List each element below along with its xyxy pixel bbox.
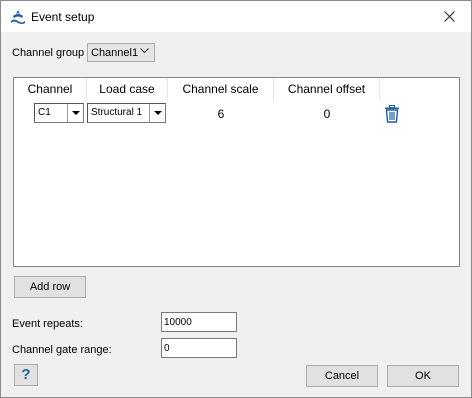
- channel-gate-range-input[interactable]: [161, 338, 237, 358]
- event-repeats-label: Event repeats:: [12, 318, 83, 330]
- channel-table: Channel Load case Channel scale Channel …: [13, 77, 460, 267]
- channel-gate-range-label: Channel gate range:: [12, 344, 112, 356]
- column-header-channel-offset[interactable]: Channel offset: [274, 78, 380, 101]
- load-case-select[interactable]: Structural 1: [87, 103, 166, 123]
- help-button[interactable]: ?: [14, 364, 38, 386]
- column-header-channel[interactable]: Channel: [14, 78, 87, 101]
- close-icon: [443, 11, 455, 22]
- event-setup-dialog: Event setup Channel group Channel1 Chann…: [0, 0, 472, 398]
- column-header-load-case[interactable]: Load case: [87, 78, 168, 101]
- title-bar: Event setup: [1, 1, 471, 32]
- app-logo-icon: [11, 10, 25, 24]
- channel-scale-cell[interactable]: 6: [168, 107, 274, 121]
- channel-group-value: Channel1: [91, 46, 139, 59]
- load-case-value: Structural 1: [91, 107, 143, 118]
- add-row-button[interactable]: Add row: [14, 276, 86, 298]
- channel-group-select[interactable]: Channel1: [87, 43, 155, 62]
- channel-value: C1: [38, 107, 51, 118]
- chevron-down-icon: [140, 48, 149, 54]
- column-header-channel-scale[interactable]: Channel scale: [168, 78, 274, 101]
- close-button[interactable]: [427, 1, 471, 32]
- dropdown-arrow-icon: [67, 104, 83, 122]
- channel-select[interactable]: C1: [34, 103, 84, 123]
- channel-offset-cell[interactable]: 0: [274, 107, 380, 121]
- dropdown-arrow-icon: [149, 104, 165, 122]
- cancel-button[interactable]: Cancel: [306, 365, 378, 387]
- event-repeats-input[interactable]: [161, 312, 237, 332]
- ok-button[interactable]: OK: [387, 365, 459, 387]
- trash-icon[interactable]: [384, 105, 400, 123]
- window-title: Event setup: [31, 10, 95, 24]
- channel-group-label: Channel group: [12, 47, 85, 59]
